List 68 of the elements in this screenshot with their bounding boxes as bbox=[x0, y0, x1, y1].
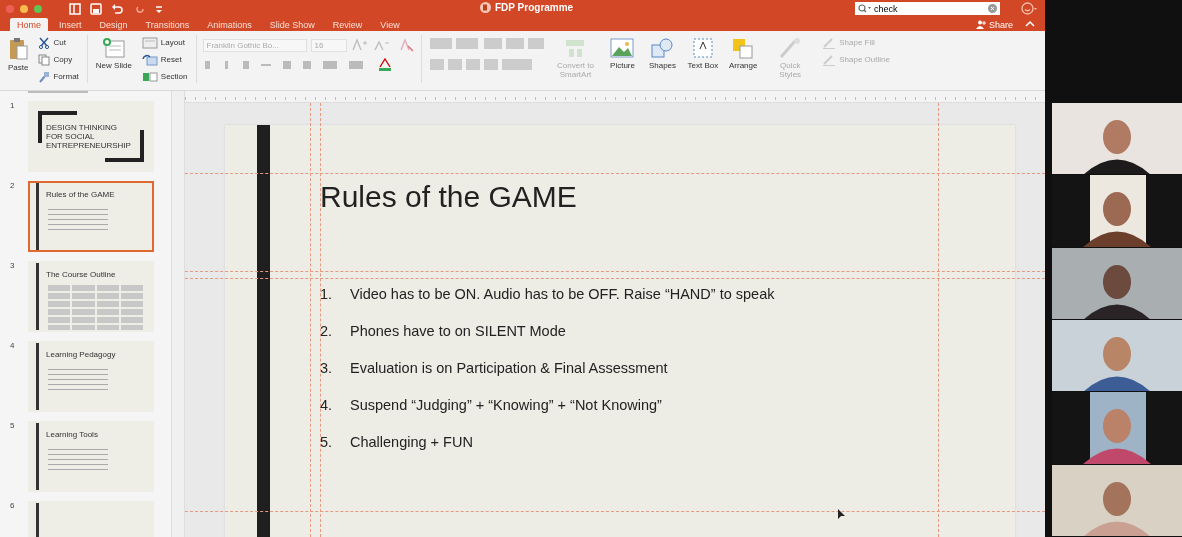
ribbon-tab[interactable]: Design bbox=[92, 18, 135, 31]
slide-number: 1 bbox=[10, 101, 16, 112]
list-number: 5. bbox=[320, 434, 334, 450]
clear-format-icon[interactable] bbox=[398, 38, 415, 52]
clipboard-button[interactable]: Copy bbox=[36, 52, 81, 67]
ribbon-tab[interactable]: Insert bbox=[52, 18, 89, 31]
section-icon bbox=[141, 70, 158, 83]
slide-number: 5 bbox=[10, 421, 16, 432]
share-button[interactable]: Share bbox=[971, 18, 1017, 31]
slide-number: 2 bbox=[10, 181, 16, 192]
ribbon-tab[interactable]: Animations bbox=[200, 18, 259, 31]
slide-tool-button[interactable]: Layout bbox=[139, 35, 190, 50]
brush-icon bbox=[38, 70, 51, 83]
collapse-icon[interactable] bbox=[1025, 20, 1035, 28]
slide-thumbnail[interactable]: Learning Pedagogy bbox=[28, 341, 154, 412]
person-add-icon bbox=[975, 20, 986, 29]
slide-title: Rules of the GAME bbox=[320, 180, 578, 214]
slide-thumbnail[interactable]: Learning Tools bbox=[28, 421, 154, 492]
window-title: FDP Programme bbox=[495, 2, 574, 13]
clipboard-icon bbox=[8, 37, 29, 61]
layout-icon bbox=[141, 36, 158, 49]
new-slide-button[interactable]: New Slide bbox=[93, 35, 134, 72]
list-number: 4. bbox=[320, 397, 334, 413]
new-slide-icon bbox=[101, 37, 126, 59]
ribbon-tab[interactable]: Review bbox=[325, 18, 370, 31]
list-item: Evaluation is on Participation & Final Assessment bbox=[350, 360, 668, 376]
list-item: Video has to be ON. Audio has to be OFF. Raise “HAND” to speak bbox=[350, 286, 775, 302]
copy-icon bbox=[38, 53, 51, 66]
pen-icon bbox=[822, 53, 837, 66]
slide-number: 6 bbox=[10, 501, 16, 512]
shapes-icon bbox=[649, 37, 676, 59]
clipboard-button[interactable]: Cut bbox=[36, 35, 81, 50]
list-item: Phones have to on SILENT Mode bbox=[350, 323, 566, 339]
search-field[interactable]: check bbox=[855, 2, 1000, 15]
shapes-button[interactable]: Shapes bbox=[645, 35, 680, 72]
arrange-button[interactable]: Arrange bbox=[726, 35, 761, 72]
paste-button[interactable]: Paste bbox=[6, 35, 31, 74]
slide-tool-button[interactable]: Section bbox=[139, 69, 190, 84]
reset-icon bbox=[141, 53, 158, 66]
save-icon[interactable] bbox=[90, 2, 102, 15]
slide-thumbnail[interactable]: The Course Outline bbox=[28, 261, 154, 332]
list-number: 1. bbox=[320, 286, 334, 302]
slide-tool-button[interactable]: Reset bbox=[139, 52, 190, 67]
list-number: 3. bbox=[320, 360, 334, 376]
textbox-button[interactable]: Text Box bbox=[685, 35, 721, 72]
minimize-button[interactable] bbox=[20, 4, 28, 13]
ribbon-tab[interactable]: Transitions bbox=[138, 18, 197, 31]
slide-number: 4 bbox=[10, 341, 16, 352]
scissors-icon bbox=[38, 36, 51, 49]
picture-button[interactable]: Picture bbox=[605, 35, 640, 72]
image-icon bbox=[609, 37, 636, 59]
smiley-icon[interactable] bbox=[1021, 2, 1037, 15]
clipboard-button[interactable]: Format bbox=[36, 69, 81, 84]
sidebar-icon[interactable] bbox=[69, 2, 81, 15]
list-number: 2. bbox=[320, 323, 334, 339]
ribbon-tab[interactable]: Slide Show bbox=[262, 18, 322, 31]
search-input[interactable]: check bbox=[874, 3, 986, 14]
slide-thumbnail[interactable]: Rules of the GAME bbox=[28, 181, 154, 252]
slide-thumbnail[interactable]: DESIGN THINKING FOR SOCIAL ENTREPRENEURSHIP bbox=[28, 101, 154, 172]
list-item: Suspend “Judging” + “Knowing” + “Not Knowing” bbox=[350, 397, 662, 413]
cursor-icon bbox=[838, 509, 846, 521]
ribbon-tab[interactable]: Home bbox=[10, 18, 48, 31]
slide-number: 3 bbox=[10, 261, 16, 272]
list-item: Challenging + FUN bbox=[350, 434, 473, 450]
clear-icon[interactable] bbox=[988, 4, 997, 13]
zoom-button[interactable] bbox=[34, 4, 42, 13]
ribbon-tab[interactable]: View bbox=[373, 18, 407, 31]
search-icon bbox=[858, 4, 872, 13]
